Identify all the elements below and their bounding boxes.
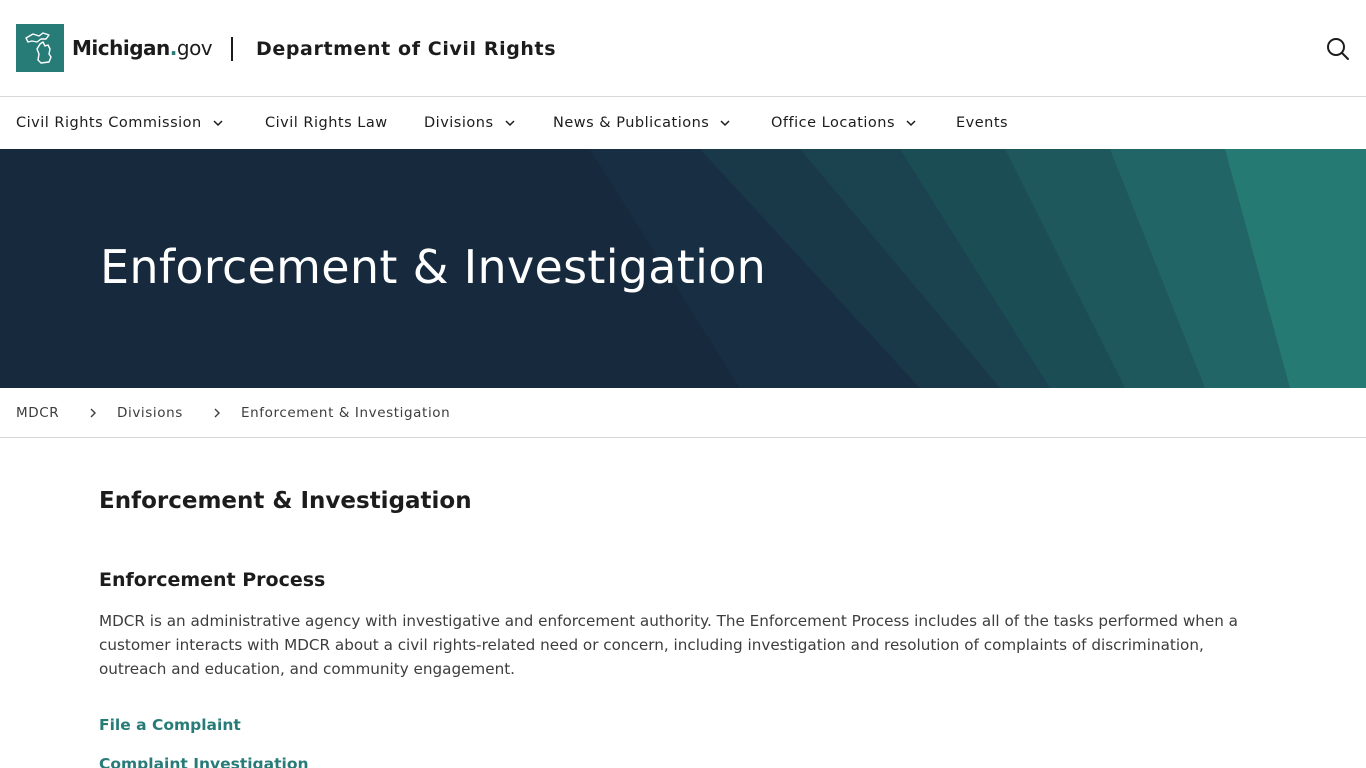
intro-paragraph: MDCR is an administrative agency with in… xyxy=(99,612,1238,678)
chevron-down-icon xyxy=(720,120,730,127)
nav-item-news-publications[interactable]: News & Publications xyxy=(553,97,731,149)
breadcrumb-item-divisions[interactable]: Divisions xyxy=(117,405,183,421)
breadcrumb-item-mdcr[interactable]: MDCR xyxy=(16,405,59,421)
chevron-right-icon xyxy=(90,408,96,418)
nav-item-divisions[interactable]: Divisions xyxy=(424,97,516,149)
section-heading: Enforcement Process xyxy=(99,569,326,591)
breadcrumb-item-current: Enforcement & Investigation xyxy=(241,405,451,421)
file-complaint-link[interactable]: File a Complaint xyxy=(99,715,241,735)
nav-item-label: Divisions xyxy=(424,115,494,131)
nav-item-label: Events xyxy=(956,115,1009,131)
chevron-down-icon xyxy=(213,120,223,127)
nav-item-events[interactable]: Events xyxy=(956,97,1008,149)
nav-item-civil-rights-law[interactable]: Civil Rights Law xyxy=(265,97,388,149)
nav-item-civil-rights-commission[interactable]: Civil Rights Commission xyxy=(16,97,224,149)
logo-dot: . xyxy=(169,36,178,60)
department-title[interactable]: Department of Civil Rights xyxy=(256,38,556,60)
nav-item-label: Office Locations xyxy=(771,115,896,131)
nav-item-label: News & Publications xyxy=(553,115,710,131)
site-header: Michigan.gov Department of Civil Rights xyxy=(0,0,1366,97)
logo-suffix: gov xyxy=(176,36,213,60)
main-navigation: Civil Rights Commission Civil Rights Law… xyxy=(0,97,1366,149)
complaint-investigation-link[interactable]: Complaint Investigation xyxy=(99,754,309,768)
nav-item-label: Civil Rights Commission xyxy=(16,115,202,131)
breadcrumb: MDCR Divisions Enforcement & Investigati… xyxy=(0,388,1366,438)
logo-divider xyxy=(231,37,233,61)
search-button[interactable] xyxy=(1325,36,1351,62)
page-title: Enforcement & Investigation xyxy=(99,488,472,514)
logo-name: Michigan xyxy=(72,36,170,60)
chevron-down-icon xyxy=(504,120,515,127)
hero-banner: Enforcement & Investigation xyxy=(0,149,1366,388)
search-icon xyxy=(1327,38,1349,60)
hero-title: Enforcement & Investigation xyxy=(100,240,767,294)
nav-item-label: Civil Rights Law xyxy=(265,115,388,131)
chevron-down-icon xyxy=(906,120,916,127)
michigan-gov-wordmark[interactable]: Michigan.gov xyxy=(72,36,213,60)
michigan-map-icon xyxy=(25,32,52,64)
nav-item-office-locations[interactable]: Office Locations xyxy=(771,97,917,149)
chevron-right-icon xyxy=(214,408,220,418)
michigan-logo-link[interactable] xyxy=(16,24,64,72)
